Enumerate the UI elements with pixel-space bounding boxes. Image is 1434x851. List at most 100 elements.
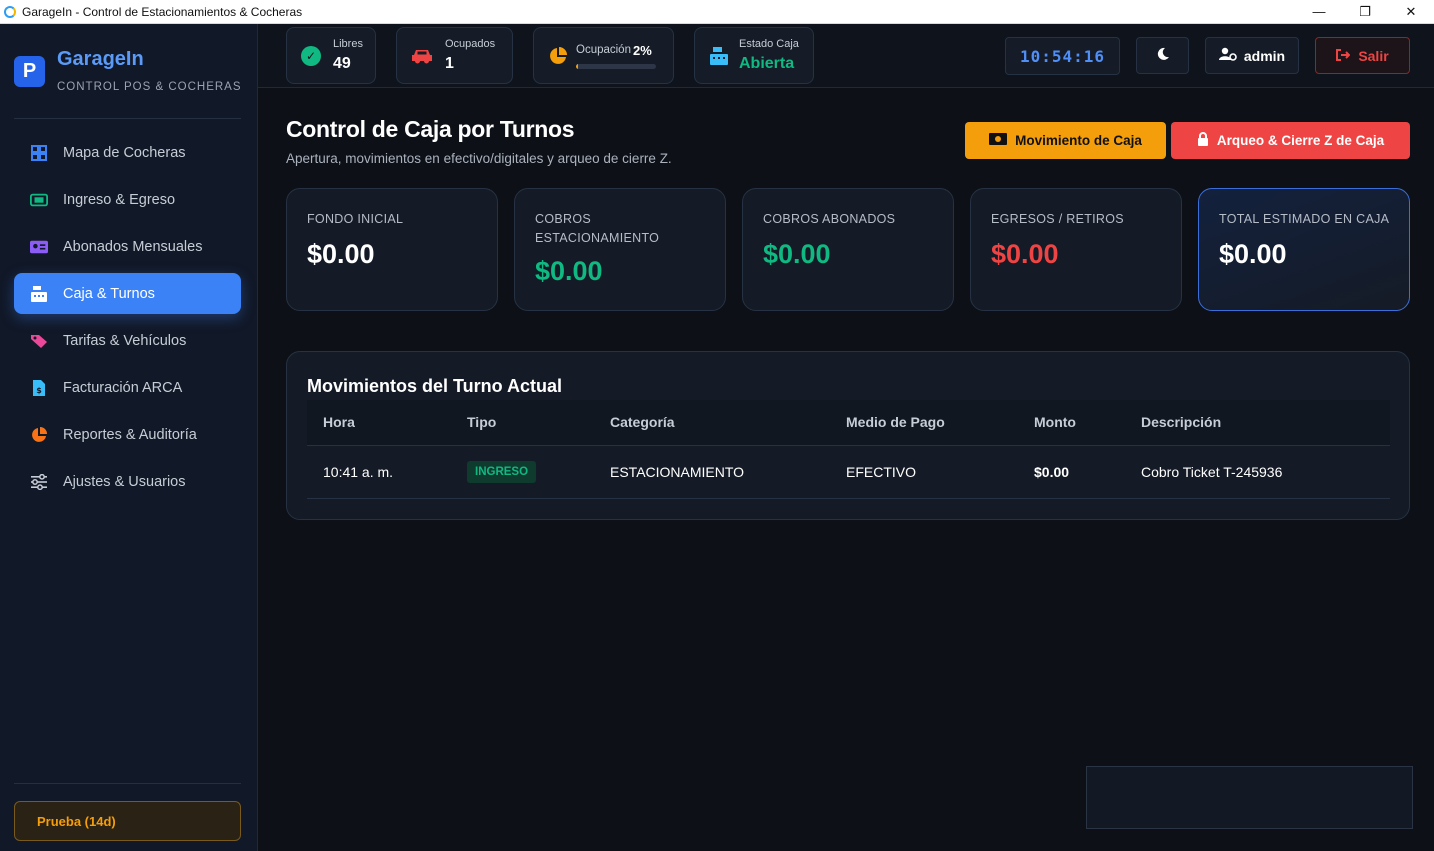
lock-icon bbox=[1197, 132, 1209, 149]
column-header-descripcion: Descripción bbox=[1125, 400, 1390, 445]
occupancy-chip: Ocupación 2% bbox=[533, 27, 674, 84]
occupied-spots-chip: Ocupados 1 bbox=[396, 27, 513, 84]
clock: 10:54:16 bbox=[1005, 37, 1120, 75]
occupancy-value: 2% bbox=[632, 42, 652, 58]
grid-icon bbox=[30, 144, 48, 162]
stat-value: $0.00 bbox=[763, 239, 831, 269]
type-badge: INGRESO bbox=[467, 460, 537, 483]
sidebar-item-reportes-auditoria[interactable]: Reportes & Auditoría bbox=[14, 414, 241, 455]
id-card-icon bbox=[30, 238, 48, 256]
stat-label: FONDO INICIAL bbox=[307, 212, 404, 226]
sidebar-item-label: Caja & Turnos bbox=[63, 285, 155, 302]
minimize-button[interactable]: — bbox=[1296, 0, 1342, 24]
maximize-button[interactable]: ❐ bbox=[1342, 0, 1388, 24]
occupancy-progress-fill bbox=[576, 63, 578, 69]
brand-name: GarageIn bbox=[57, 48, 144, 70]
cash-movement-button[interactable]: Movimiento de Caja bbox=[965, 122, 1166, 159]
occupied-spots-label: Ocupados bbox=[445, 38, 496, 50]
stat-value: $0.00 bbox=[535, 256, 603, 286]
movements-table: Hora Tipo Categoría Medio de Pago Monto … bbox=[307, 400, 1390, 499]
window-titlebar: GarageIn - Control de Estacionamientos &… bbox=[0, 0, 1434, 24]
sliders-icon bbox=[30, 473, 48, 491]
sidebar-item-ingreso-egreso[interactable]: Ingreso & Egreso bbox=[14, 179, 241, 220]
ticket-icon bbox=[30, 191, 48, 209]
column-header-hora: Hora bbox=[307, 400, 451, 445]
stat-card-cobros-abonados: COBROS ABONADOS $0.00 bbox=[742, 188, 954, 311]
stat-card-egresos-retiros: EGRESOS / RETIROS $0.00 bbox=[970, 188, 1182, 311]
stat-label: EGRESOS / RETIROS bbox=[991, 212, 1124, 226]
empty-overlay-box bbox=[1086, 766, 1413, 829]
stat-value: $0.00 bbox=[1219, 239, 1287, 269]
check-circle-icon: ✓ bbox=[301, 45, 321, 66]
page-title: Control de Caja por Turnos bbox=[286, 116, 575, 142]
column-header-medio-pago: Medio de Pago bbox=[830, 400, 1018, 445]
logout-icon bbox=[1336, 48, 1351, 64]
sidebar-item-abonados-mensuales[interactable]: Abonados Mensuales bbox=[14, 226, 241, 267]
movements-title: Movimientos del Turno Actual bbox=[307, 376, 563, 396]
sidebar-item-facturacion-arca[interactable]: $ Facturación ARCA bbox=[14, 367, 241, 408]
cash-register-icon bbox=[709, 46, 729, 66]
trial-badge[interactable]: Prueba (14d) bbox=[14, 801, 241, 841]
user-menu-button[interactable]: admin bbox=[1205, 37, 1299, 74]
stat-card-fondo-inicial: FONDO INICIAL $0.00 bbox=[286, 188, 498, 311]
stat-label: COBROS ABONADOS bbox=[763, 212, 896, 226]
user-cog-icon bbox=[1218, 47, 1237, 64]
topbar: ✓ Libres 49 Ocupados 1 Ocupación 2% Esta… bbox=[258, 24, 1434, 88]
brand-logo: P bbox=[14, 56, 45, 87]
cell-categoria: ESTACIONAMIENTO bbox=[594, 444, 830, 499]
sidebar-item-label: Mapa de Cocheras bbox=[63, 144, 186, 161]
car-icon bbox=[409, 46, 435, 66]
theme-toggle-button[interactable] bbox=[1136, 37, 1189, 74]
sidebar-item-label: Reportes & Auditoría bbox=[63, 426, 197, 443]
column-header-monto: Monto bbox=[1018, 400, 1125, 445]
occupancy-progress-bar bbox=[576, 63, 656, 69]
cell-hora: 10:41 a. m. bbox=[307, 444, 451, 499]
sidebar-item-caja-turnos[interactable]: Caja & Turnos bbox=[14, 273, 241, 314]
pie-chart-icon bbox=[548, 46, 568, 66]
sidebar-item-mapa-cocheras[interactable]: Mapa de Cocheras bbox=[14, 132, 241, 173]
cash-register-icon bbox=[30, 285, 48, 303]
sidebar-item-tarifas-vehiculos[interactable]: Tarifas & Vehículos bbox=[14, 320, 241, 361]
stat-value: $0.00 bbox=[307, 239, 375, 269]
stat-label: COBROS ESTACIONAMIENTO bbox=[535, 212, 660, 245]
sidebar-item-label: Ajustes & Usuarios bbox=[63, 473, 186, 490]
logout-label: Salir bbox=[1358, 47, 1389, 64]
sidebar-item-label: Tarifas & Vehículos bbox=[63, 332, 187, 349]
free-spots-label: Libres bbox=[333, 38, 363, 50]
free-spots-chip: ✓ Libres 49 bbox=[286, 27, 376, 84]
cash-state-label: Estado Caja bbox=[739, 38, 799, 50]
close-register-label: Arqueo & Cierre Z de Caja bbox=[1216, 133, 1385, 148]
sidebar-nav: Mapa de Cocheras Ingreso & Egreso Abonad… bbox=[14, 132, 241, 508]
money-bill-icon bbox=[989, 133, 1008, 148]
close-window-button[interactable]: ✕ bbox=[1388, 0, 1434, 24]
cell-tipo: INGRESO bbox=[451, 444, 594, 499]
svg-text:$: $ bbox=[36, 386, 42, 395]
window-title: GarageIn - Control de Estacionamientos &… bbox=[22, 4, 303, 19]
table-row[interactable]: 10:41 a. m. INGRESO ESTACIONAMIENTO EFEC… bbox=[307, 444, 1390, 499]
stat-card-cobros-estacionamiento: COBROS ESTACIONAMIENTO $0.00 bbox=[514, 188, 726, 311]
sidebar-item-ajustes-usuarios[interactable]: Ajustes & Usuarios bbox=[14, 461, 241, 502]
column-header-tipo: Tipo bbox=[451, 400, 594, 445]
brand-subtitle: CONTROL POS & COCHERAS bbox=[57, 81, 242, 93]
cell-descripcion: Cobro Ticket T-245936 bbox=[1125, 444, 1390, 499]
cell-medio-pago: EFECTIVO bbox=[830, 444, 1018, 499]
stat-label: TOTAL ESTIMADO EN CAJA bbox=[1219, 212, 1390, 226]
column-header-categoria: Categoría bbox=[594, 400, 830, 445]
user-name: admin bbox=[1243, 47, 1286, 64]
brand: P GarageIn CONTROL POS & COCHERAS bbox=[14, 48, 242, 93]
close-register-button[interactable]: Arqueo & Cierre Z de Caja bbox=[1171, 122, 1410, 159]
cash-state-value: Abierta bbox=[739, 55, 795, 72]
cash-movement-label: Movimiento de Caja bbox=[1015, 133, 1142, 148]
pie-chart-icon bbox=[30, 426, 48, 444]
sidebar-divider bbox=[14, 118, 241, 119]
table-header-row: Hora Tipo Categoría Medio de Pago Monto … bbox=[307, 400, 1390, 445]
cash-state-chip: Estado Caja Abierta bbox=[694, 27, 814, 84]
tag-icon bbox=[30, 332, 48, 350]
free-spots-value: 49 bbox=[333, 55, 351, 72]
stat-value: $0.00 bbox=[991, 239, 1059, 269]
app-icon bbox=[4, 5, 16, 18]
logout-button[interactable]: Salir bbox=[1315, 37, 1410, 74]
sidebar: P GarageIn CONTROL POS & COCHERAS Mapa d… bbox=[0, 24, 258, 851]
sidebar-divider bbox=[14, 783, 241, 784]
cell-monto: $0.00 bbox=[1018, 444, 1125, 499]
